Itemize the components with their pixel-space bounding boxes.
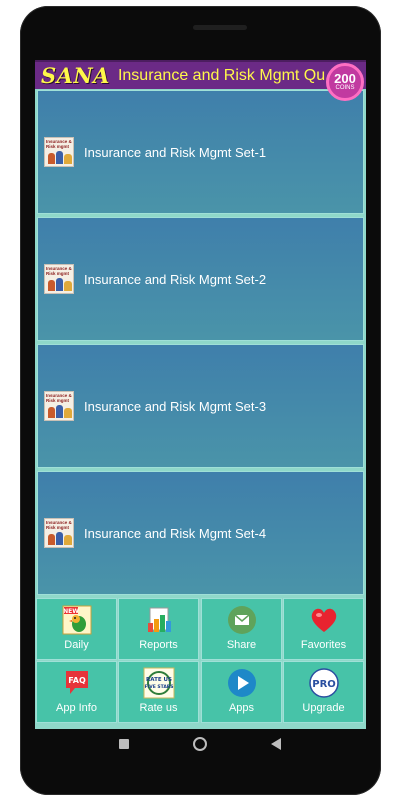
- insurance-thumbnail-icon: Insurance & Risk mgmt: [44, 264, 74, 294]
- envelope-icon: [226, 604, 258, 636]
- home-icon[interactable]: [193, 737, 207, 751]
- coins-count: 200: [334, 71, 356, 86]
- insurance-thumbnail-icon: Insurance & Risk mgmt: [44, 137, 74, 167]
- svg-text:FIVE STARS: FIVE STARS: [144, 684, 173, 690]
- app-title: Insurance and Risk Mgmt Qu: [117, 66, 326, 84]
- android-nav-bar: [35, 729, 366, 759]
- share-button[interactable]: Share: [201, 598, 282, 660]
- faq-badge-text: FAQ: [68, 676, 86, 685]
- rate-us-button[interactable]: RATE US FIVE STARS Rate us: [118, 661, 199, 723]
- thumbnail-caption: Insurance & Risk mgmt: [46, 266, 72, 276]
- brand-logo: SANA: [41, 63, 110, 88]
- app-info-label: App Info: [56, 702, 97, 714]
- back-icon[interactable]: [271, 738, 281, 750]
- bottom-menu-grid: NEW Daily Reports Share Favorites FAQ Ap…: [36, 598, 365, 726]
- apps-label: Apps: [228, 702, 255, 714]
- heart-icon: [308, 604, 340, 636]
- app-header: SANA Insurance and Risk Mgmt Qu: [35, 60, 366, 89]
- earpiece-speaker: [193, 25, 247, 30]
- favorites-label: Favorites: [300, 639, 347, 651]
- quiz-set-label: Insurance and Risk Mgmt Set-2: [84, 271, 267, 287]
- quiz-set-label: Insurance and Risk Mgmt Set-1: [84, 144, 267, 160]
- quiz-set-label: Insurance and Risk Mgmt Set-4: [84, 525, 267, 541]
- new-badge-text: NEW: [63, 608, 79, 615]
- quiz-set-item[interactable]: Insurance & Risk mgmt Insurance and Risk…: [37, 344, 364, 468]
- insurance-thumbnail-icon: Insurance & Risk mgmt: [44, 391, 74, 421]
- thumbnail-caption: Insurance & Risk mgmt: [46, 520, 72, 530]
- upgrade-label: Upgrade: [302, 702, 345, 714]
- apps-button[interactable]: Apps: [201, 661, 282, 723]
- coins-label: COINS: [335, 85, 355, 91]
- quiz-set-label: Insurance and Risk Mgmt Set-3: [84, 398, 267, 414]
- pro-badge-text: PRO: [312, 679, 336, 690]
- rate-us-badge-icon: RATE US FIVE STARS: [143, 667, 175, 699]
- reports-button[interactable]: Reports: [118, 598, 199, 660]
- app-screen: SANA Insurance and Risk Mgmt Qu 200 COIN…: [35, 60, 366, 729]
- reports-label: Reports: [139, 639, 178, 651]
- app-info-button[interactable]: FAQ App Info: [36, 661, 117, 723]
- rate-us-label: Rate us: [139, 702, 178, 714]
- upgrade-button[interactable]: PRO Upgrade: [283, 661, 364, 723]
- daily-button[interactable]: NEW Daily: [36, 598, 117, 660]
- share-label: Share: [226, 639, 257, 651]
- pro-badge-icon: PRO: [308, 667, 340, 699]
- favorites-button[interactable]: Favorites: [283, 598, 364, 660]
- thumbnail-caption: Insurance & Risk mgmt: [46, 393, 72, 403]
- daily-label: Daily: [64, 639, 89, 651]
- svg-text:RATE US: RATE US: [146, 677, 172, 683]
- thumbnail-caption: Insurance & Risk mgmt: [46, 139, 72, 149]
- quiz-set-item[interactable]: Insurance & Risk mgmt Insurance and Risk…: [37, 217, 364, 341]
- coins-badge[interactable]: 200 COINS: [326, 63, 364, 101]
- chart-report-icon: [143, 604, 175, 636]
- new-bird-icon: NEW: [61, 604, 93, 636]
- quiz-set-item[interactable]: Insurance & Risk mgmt Insurance and Risk…: [37, 90, 364, 214]
- play-store-icon: [226, 667, 258, 699]
- insurance-thumbnail-icon: Insurance & Risk mgmt: [44, 518, 74, 548]
- quiz-set-item[interactable]: Insurance & Risk mgmt Insurance and Risk…: [37, 471, 364, 595]
- recent-apps-icon[interactable]: [119, 739, 129, 749]
- faq-bubble-icon: FAQ: [61, 667, 93, 699]
